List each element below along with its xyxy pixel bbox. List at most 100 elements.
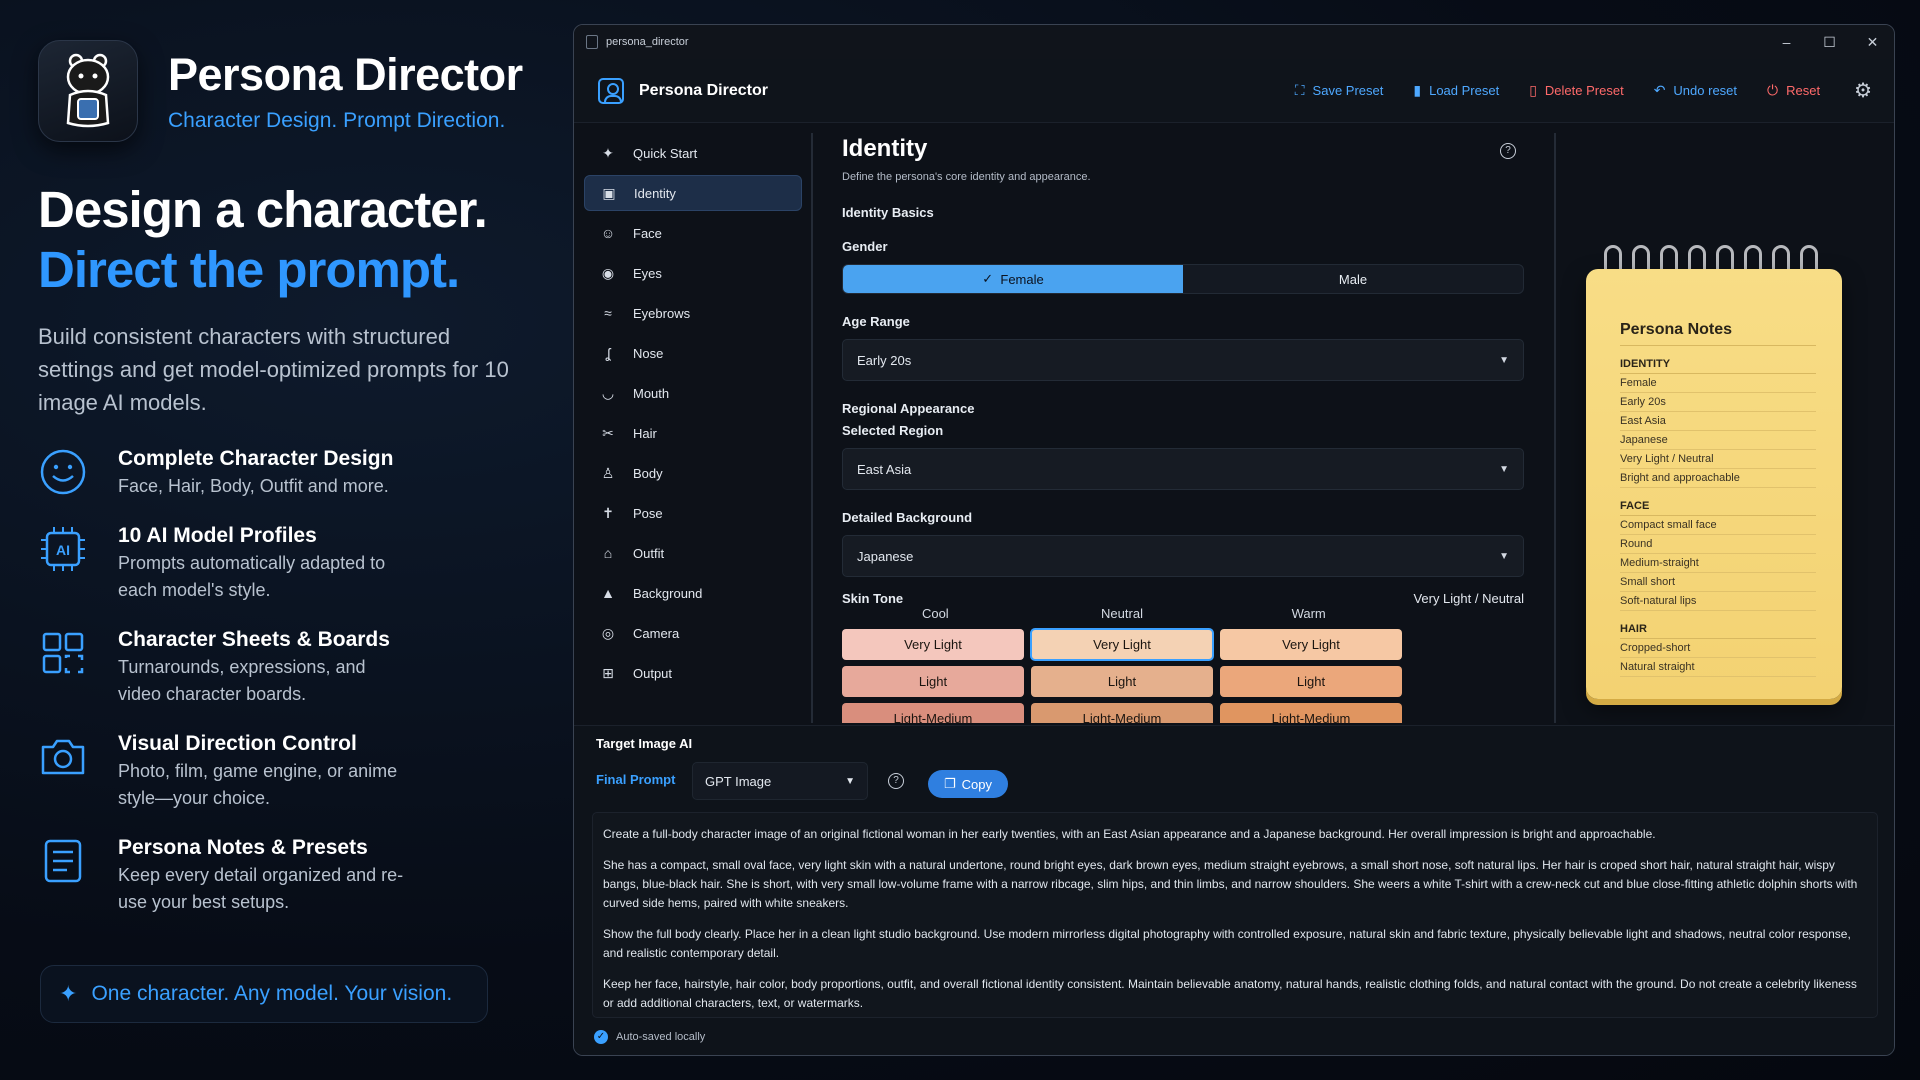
headline-line-2: Direct the prompt. — [38, 241, 460, 298]
undo-icon: ↶ — [1653, 82, 1666, 98]
brand-name: Persona Director — [168, 49, 523, 100]
hanger-icon: ⌂ — [603, 545, 613, 561]
sidebar-item-face[interactable]: ☺ Face — [584, 215, 802, 251]
window-controls: – ☐ ✕ — [1765, 34, 1894, 51]
notes-item: Round — [1620, 535, 1816, 554]
feature-title: Character Sheets & Boards — [118, 628, 390, 651]
sidebar-item-label: Outfit — [633, 545, 665, 561]
skin-tone-swatch[interactable]: Light-Medium — [842, 703, 1024, 723]
sidebar-item-eyes[interactable]: ◉ Eyes — [584, 255, 802, 291]
skin-tone-swatch[interactable]: Very Light — [1220, 629, 1402, 660]
notes-body: Persona Notes IDENTITY Female Early 20s Eas… — [1586, 269, 1842, 699]
prompt-paragraph: She has a compact, small oval face, very… — [603, 858, 1858, 910]
toolbar-actions: ⛶ Save Preset ▮ Load Preset ▯ Delete Preset… — [1295, 78, 1894, 103]
copy-label: Copy — [961, 776, 992, 792]
skin-tone-label: Skin Tone — [842, 591, 904, 606]
sidebar-item-outfit[interactable]: ⌂ Outfit — [584, 535, 802, 571]
smiley-icon — [40, 449, 86, 495]
gear-icon[interactable]: ⚙ — [1854, 78, 1872, 103]
skin-tone-swatch[interactable]: Light — [1031, 666, 1213, 697]
final-prompt-text[interactable]: Create a full-body character image of an… — [592, 812, 1878, 1018]
target-ai-label: Target Image AI — [596, 736, 693, 751]
sidebar-item-label: Mouth — [633, 385, 670, 401]
sidebar-item-body[interactable]: ♙ Body — [584, 455, 802, 491]
nose-icon: ʆ — [605, 345, 611, 361]
gender-option-female[interactable]: ✓ Female — [843, 265, 1183, 293]
skin-tone-swatch[interactable]: Light — [1220, 666, 1402, 697]
section-subtitle: Define the persona's core identity and a… — [842, 171, 1091, 183]
feature-desc: Face, Hair, Body, Outfit and more. — [118, 476, 389, 496]
option-label: Male — [1338, 271, 1368, 287]
notes-item: East Asia — [1620, 412, 1816, 431]
skin-tone-swatch[interactable]: Light — [842, 666, 1024, 697]
notes-item: Bright and approachable — [1620, 469, 1816, 488]
help-icon[interactable]: ? — [1500, 143, 1516, 159]
save-icon: ⛶ — [1294, 82, 1305, 98]
model-select[interactable]: GPT Image ▼ — [692, 762, 868, 800]
workspace: ✦ Quick Start ▣ Identity ☺ Face ◉ Eyes ≈ Eyeb… — [574, 123, 1894, 723]
background-select[interactable]: Japanese ▼ — [842, 535, 1524, 577]
load-preset-button[interactable]: ▮ Load Preset — [1413, 82, 1499, 99]
autosave-status: ✓ Auto-saved locally — [594, 1030, 705, 1044]
notes-icon — [44, 839, 82, 883]
minimize-button[interactable]: – — [1765, 34, 1808, 51]
trash-icon: ▯ — [1529, 82, 1537, 98]
age-range-select[interactable]: Early 20s ▼ — [842, 339, 1524, 381]
ai-chip-icon: AI — [41, 527, 85, 571]
regional-appearance-heading: Regional Appearance — [842, 401, 975, 416]
sidebar-item-identity[interactable]: ▣ Identity — [584, 175, 802, 211]
feature-desc: Photo, film, game engine, or anime style… — [118, 761, 398, 808]
window-title: persona_director — [606, 36, 689, 48]
skin-tone-swatch[interactable]: Light-Medium — [1220, 703, 1402, 723]
action-label: Reset — [1786, 83, 1821, 98]
region-select[interactable]: East Asia ▼ — [842, 448, 1524, 490]
column-label: Cool — [921, 606, 949, 621]
notes-item: Female — [1620, 374, 1816, 393]
delete-preset-button[interactable]: ▯ Delete Preset — [1529, 82, 1623, 99]
sidebar-item-label: Pose — [633, 505, 663, 521]
gender-option-male[interactable]: Male — [1183, 265, 1523, 293]
help-icon[interactable]: ? — [888, 773, 904, 789]
brand-header: Persona Director Character Design. Promp… — [38, 40, 558, 142]
sidebar-item-hair[interactable]: ✂ Hair — [584, 415, 802, 451]
feature-desc: Turnarounds, expressions, and video char… — [118, 657, 366, 704]
brand-tagline: Character Design. Prompt Direction. — [168, 109, 506, 132]
close-button[interactable]: ✕ — [1851, 34, 1894, 51]
skin-tone-swatch[interactable]: Light-Medium — [1031, 703, 1213, 723]
skin-tone-swatch[interactable]: Very Light — [842, 629, 1024, 660]
sidebar-item-pose[interactable]: ✝ Pose — [584, 495, 802, 531]
app-file-icon — [586, 35, 598, 49]
sidebar-item-camera[interactable]: ◎ Camera — [584, 615, 802, 651]
sidebar-item-label: Eyes — [633, 265, 662, 281]
power-icon: ⏻ — [1767, 82, 1779, 98]
notes-item: Small short — [1620, 573, 1816, 592]
camera-icon — [41, 739, 85, 775]
maximize-button[interactable]: ☐ — [1808, 34, 1851, 51]
feature-desc: Keep every detail organized and re-use y… — [118, 865, 404, 912]
undo-reset-button[interactable]: ↶ Undo reset — [1654, 82, 1737, 99]
chevron-down-icon: ▼ — [845, 775, 855, 787]
app-title: Persona Director — [639, 81, 768, 99]
select-value: Early 20s — [857, 352, 912, 368]
sidebar-item-mouth[interactable]: ◡ Mouth — [584, 375, 802, 411]
prompt-paragraph: Keep her face, hairstyle, hair color, bo… — [603, 977, 1857, 1010]
feature-item: Complete Character Design Face, Hair, Bod… — [38, 445, 558, 500]
sidebar-item-nose[interactable]: ʆ Nose — [584, 335, 802, 371]
save-preset-button[interactable]: ⛶ Save Preset — [1295, 82, 1384, 99]
chevron-down-icon: ▼ — [1499, 463, 1509, 475]
sidebar-item-quick-start[interactable]: ✦ Quick Start — [584, 135, 802, 171]
select-value: East Asia — [857, 461, 912, 477]
feature-title: Complete Character Design — [118, 447, 394, 470]
skin-tone-value: Very Light / Neutral — [1413, 591, 1524, 606]
sidebar-item-eyebrows[interactable]: ≈ Eyebrows — [584, 295, 802, 331]
reset-button[interactable]: ⏻ Reset — [1767, 82, 1820, 99]
skin-tone-swatch[interactable]: Very Light — [1030, 628, 1214, 661]
feature-desc: Prompts automatically adapted to each mo… — [118, 553, 386, 600]
copy-button[interactable]: ❐ Copy — [928, 770, 1008, 798]
action-label: Load Preset — [1429, 83, 1500, 98]
sidebar-item-background[interactable]: ▲ Background — [584, 575, 802, 611]
gender-label: Gender — [842, 239, 888, 254]
notes-item: Medium-straight — [1620, 554, 1816, 573]
notes-item: Very Light / Neutral — [1620, 450, 1816, 469]
sidebar-item-output[interactable]: ⊞ Output — [584, 655, 802, 691]
